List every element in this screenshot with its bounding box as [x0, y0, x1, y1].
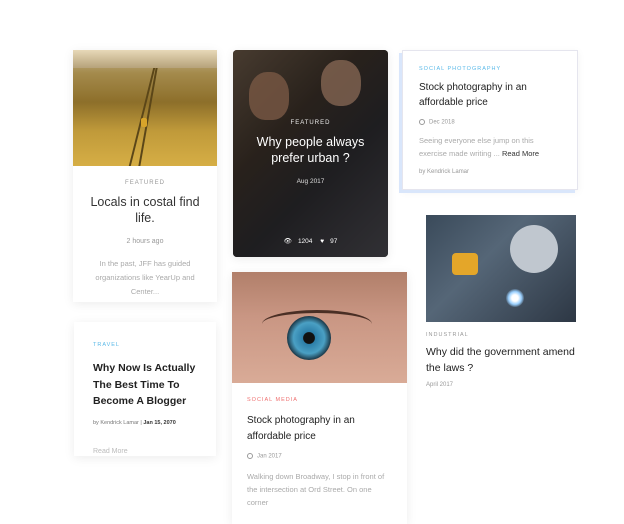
post-category: FEATURED [290, 120, 331, 126]
post-excerpt: In the past, JFF has guided organization… [95, 259, 195, 296]
heart-icon: ♥ [320, 238, 325, 245]
post-category: FEATURED [125, 180, 165, 186]
post-card-blogger[interactable]: TRAVEL Why Now Is Actually The Best Time… [74, 322, 216, 456]
post-excerpt: Walking down Broadway, I stop in front o… [247, 471, 385, 507]
post-category[interactable]: SOCIAL MEDIA [247, 397, 392, 403]
read-more-button[interactable]: Read More [93, 448, 128, 457]
post-category[interactable]: INDUSTRIAL [426, 332, 576, 338]
post-card-social-media[interactable]: SOCIAL MEDIA Stock photography in an aff… [232, 272, 407, 524]
post-time: 2 hours ago [126, 238, 164, 245]
post-category[interactable]: SOCIAL PHOTOGRAPHY [419, 66, 561, 72]
post-date: Dec 2018 [419, 119, 561, 126]
post-title[interactable]: Stock photography in an affordable price [247, 413, 392, 444]
post-date: April 2017 [426, 382, 454, 388]
eye-closeup-image [232, 272, 407, 383]
view-count: 1204 [297, 238, 313, 245]
post-card-industrial[interactable]: INDUSTRIAL Why did the government amend … [426, 215, 576, 395]
post-title[interactable]: Why did the government amend the laws ? [426, 345, 576, 376]
post-date: Aug 2017 [296, 178, 325, 185]
like-count: 97 [330, 238, 338, 245]
post-title[interactable]: Why Now Is Actually The Best Time To Bec… [93, 360, 197, 410]
clock-icon [419, 119, 425, 125]
post-card-stock-photo[interactable]: SOCIAL PHOTOGRAPHY Stock photography in … [402, 50, 578, 190]
welder-image [426, 215, 576, 322]
post-meta: by Kendrick Lamar | Jan 15, 2070 [93, 419, 176, 426]
post-title[interactable]: Stock photography in an affordable price [419, 80, 561, 110]
post-title[interactable]: Why people always prefer urban ? [247, 134, 374, 166]
wheat-field-image [73, 50, 217, 166]
post-category[interactable]: TRAVEL [93, 342, 197, 348]
post-stats: 👁 1204 ♥ 97 [233, 237, 388, 245]
post-title[interactable]: Locals in costal find life. [83, 194, 207, 226]
post-card-locals[interactable]: FEATURED Locals in costal find life. 2 h… [73, 50, 217, 302]
post-excerpt: Seeing everyone else jump on this exerci… [419, 135, 540, 158]
post-card-featured-urban[interactable]: FEATURED Why people always prefer urban … [233, 50, 388, 257]
post-author: by Kendrick Lamar [419, 168, 470, 175]
clock-icon [247, 453, 253, 459]
post-date: Jan 2017 [247, 453, 392, 460]
eye-icon: 👁 [283, 238, 292, 245]
read-more-link[interactable]: Read More [502, 149, 539, 158]
